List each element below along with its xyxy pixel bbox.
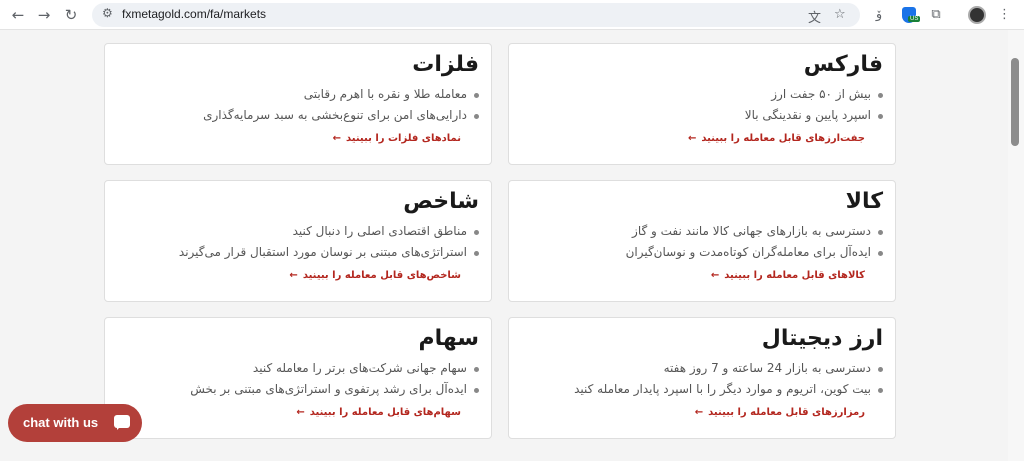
card-title: سهام bbox=[418, 326, 479, 351]
card-title: فلزات bbox=[412, 52, 479, 77]
forward-arrow-icon[interactable]: → bbox=[34, 5, 54, 25]
chat-bubble-icon bbox=[114, 415, 130, 430]
card-title: کالا bbox=[845, 189, 883, 214]
card-title: فارکس bbox=[803, 52, 883, 77]
card-link-commodities[interactable]: کالاهای قابل معامله را ببینید← bbox=[521, 270, 865, 281]
card-bullet: مناطق اقتصادی اصلی را دنبال کنید bbox=[117, 221, 479, 242]
scrollbar-thumb[interactable] bbox=[1011, 58, 1019, 146]
extension-arabic-icon[interactable]: ۆ bbox=[872, 6, 886, 24]
browser-toolbar: ← → ↻ ⚙ fxmetagold.com/fa/markets 文 ☆ ۆ … bbox=[0, 0, 1024, 30]
arrow-left-icon: ← bbox=[332, 133, 341, 144]
card-bullet: سهام جهانی شرکت‌های برتر را معامله کنید bbox=[117, 358, 479, 379]
card-bullet: استراتژی‌های مبتنی بر نوسان مورد استقبال… bbox=[117, 242, 479, 263]
card-stocks: سهام سهام جهانی شرکت‌های برتر را معامله … bbox=[104, 317, 492, 439]
arrow-left-icon: ← bbox=[687, 133, 697, 144]
vpn-badge: US bbox=[908, 16, 921, 22]
card-bullet: ایده‌آل برای معامله‌گران کوتاه‌مدت و نوس… bbox=[521, 242, 883, 263]
site-settings-icon[interactable]: ⚙ bbox=[102, 6, 113, 20]
card-link-forex[interactable]: جفت‌ارزهای قابل معامله را ببینید← bbox=[521, 133, 865, 144]
card-title: شاخص bbox=[403, 189, 479, 214]
url-text[interactable]: fxmetagold.com/fa/markets bbox=[122, 7, 266, 21]
card-bullet: ایده‌آل برای رشد پرتفوی و استراتژی‌های م… bbox=[117, 379, 479, 400]
arrow-left-icon: ← bbox=[289, 270, 298, 281]
card-link-stocks[interactable]: سهام‌های قابل معامله را ببینید← bbox=[117, 407, 461, 418]
extensions-puzzle-icon[interactable]: ⧉ bbox=[928, 6, 944, 24]
card-indices: شاخص مناطق اقتصادی اصلی را دنبال کنید اس… bbox=[104, 180, 492, 302]
arrow-left-icon: ← bbox=[694, 407, 704, 418]
chat-widget-button[interactable]: chat with us bbox=[8, 404, 142, 442]
address-bar[interactable]: ⚙ fxmetagold.com/fa/markets 文 ☆ bbox=[92, 3, 860, 27]
card-bullet: اسپرد پایین و نقدینگی بالا bbox=[521, 105, 883, 126]
card-metals: فلزات معامله طلا و نقره با اهرم رقابتی د… bbox=[104, 43, 492, 165]
reload-icon[interactable]: ↻ bbox=[61, 5, 81, 25]
card-commodities: کالا دسترسی به بازارهای جهانی کالا مانند… bbox=[508, 180, 896, 302]
card-link-indices[interactable]: شاخص‌های قابل معامله را ببینید← bbox=[117, 270, 461, 281]
arrow-left-icon: ← bbox=[296, 407, 305, 418]
card-link-metals[interactable]: نمادهای فلزات را ببینید← bbox=[117, 133, 461, 144]
card-title: ارز دیجیتال bbox=[761, 326, 883, 351]
bookmark-star-icon[interactable]: ☆ bbox=[834, 7, 846, 22]
card-bullet: بیش از ۵۰ جفت ارز bbox=[521, 84, 883, 105]
card-bullet: معامله طلا و نقره با اهرم رقابتی bbox=[117, 84, 479, 105]
card-bullet: دارایی‌های امن برای تنوع‌بخشی به سبد سرم… bbox=[117, 105, 479, 126]
back-arrow-icon[interactable]: ← bbox=[8, 5, 28, 25]
card-crypto: ارز دیجیتال دسترسی به بازار 24 ساعته و 7… bbox=[508, 317, 896, 439]
card-link-crypto[interactable]: رمزارزهای قابل معامله را ببینید← bbox=[521, 407, 865, 418]
card-bullet: دسترسی به بازار 24 ساعته و 7 روز هفته bbox=[521, 358, 883, 379]
translate-icon[interactable]: 文 bbox=[808, 7, 821, 26]
profile-avatar[interactable] bbox=[968, 6, 986, 24]
card-forex: فارکس بیش از ۵۰ جفت ارز اسپرد پایین و نق… bbox=[508, 43, 896, 165]
chat-label: chat with us bbox=[23, 415, 99, 430]
card-bullet: بیت کوین، اتریوم و موارد دیگر را با اسپر… bbox=[521, 379, 883, 400]
arrow-left-icon: ← bbox=[710, 270, 720, 281]
menu-kebab-icon[interactable]: ⋮ bbox=[998, 6, 1011, 24]
card-bullet: دسترسی به بازارهای جهانی کالا مانند نفت … bbox=[521, 221, 883, 242]
